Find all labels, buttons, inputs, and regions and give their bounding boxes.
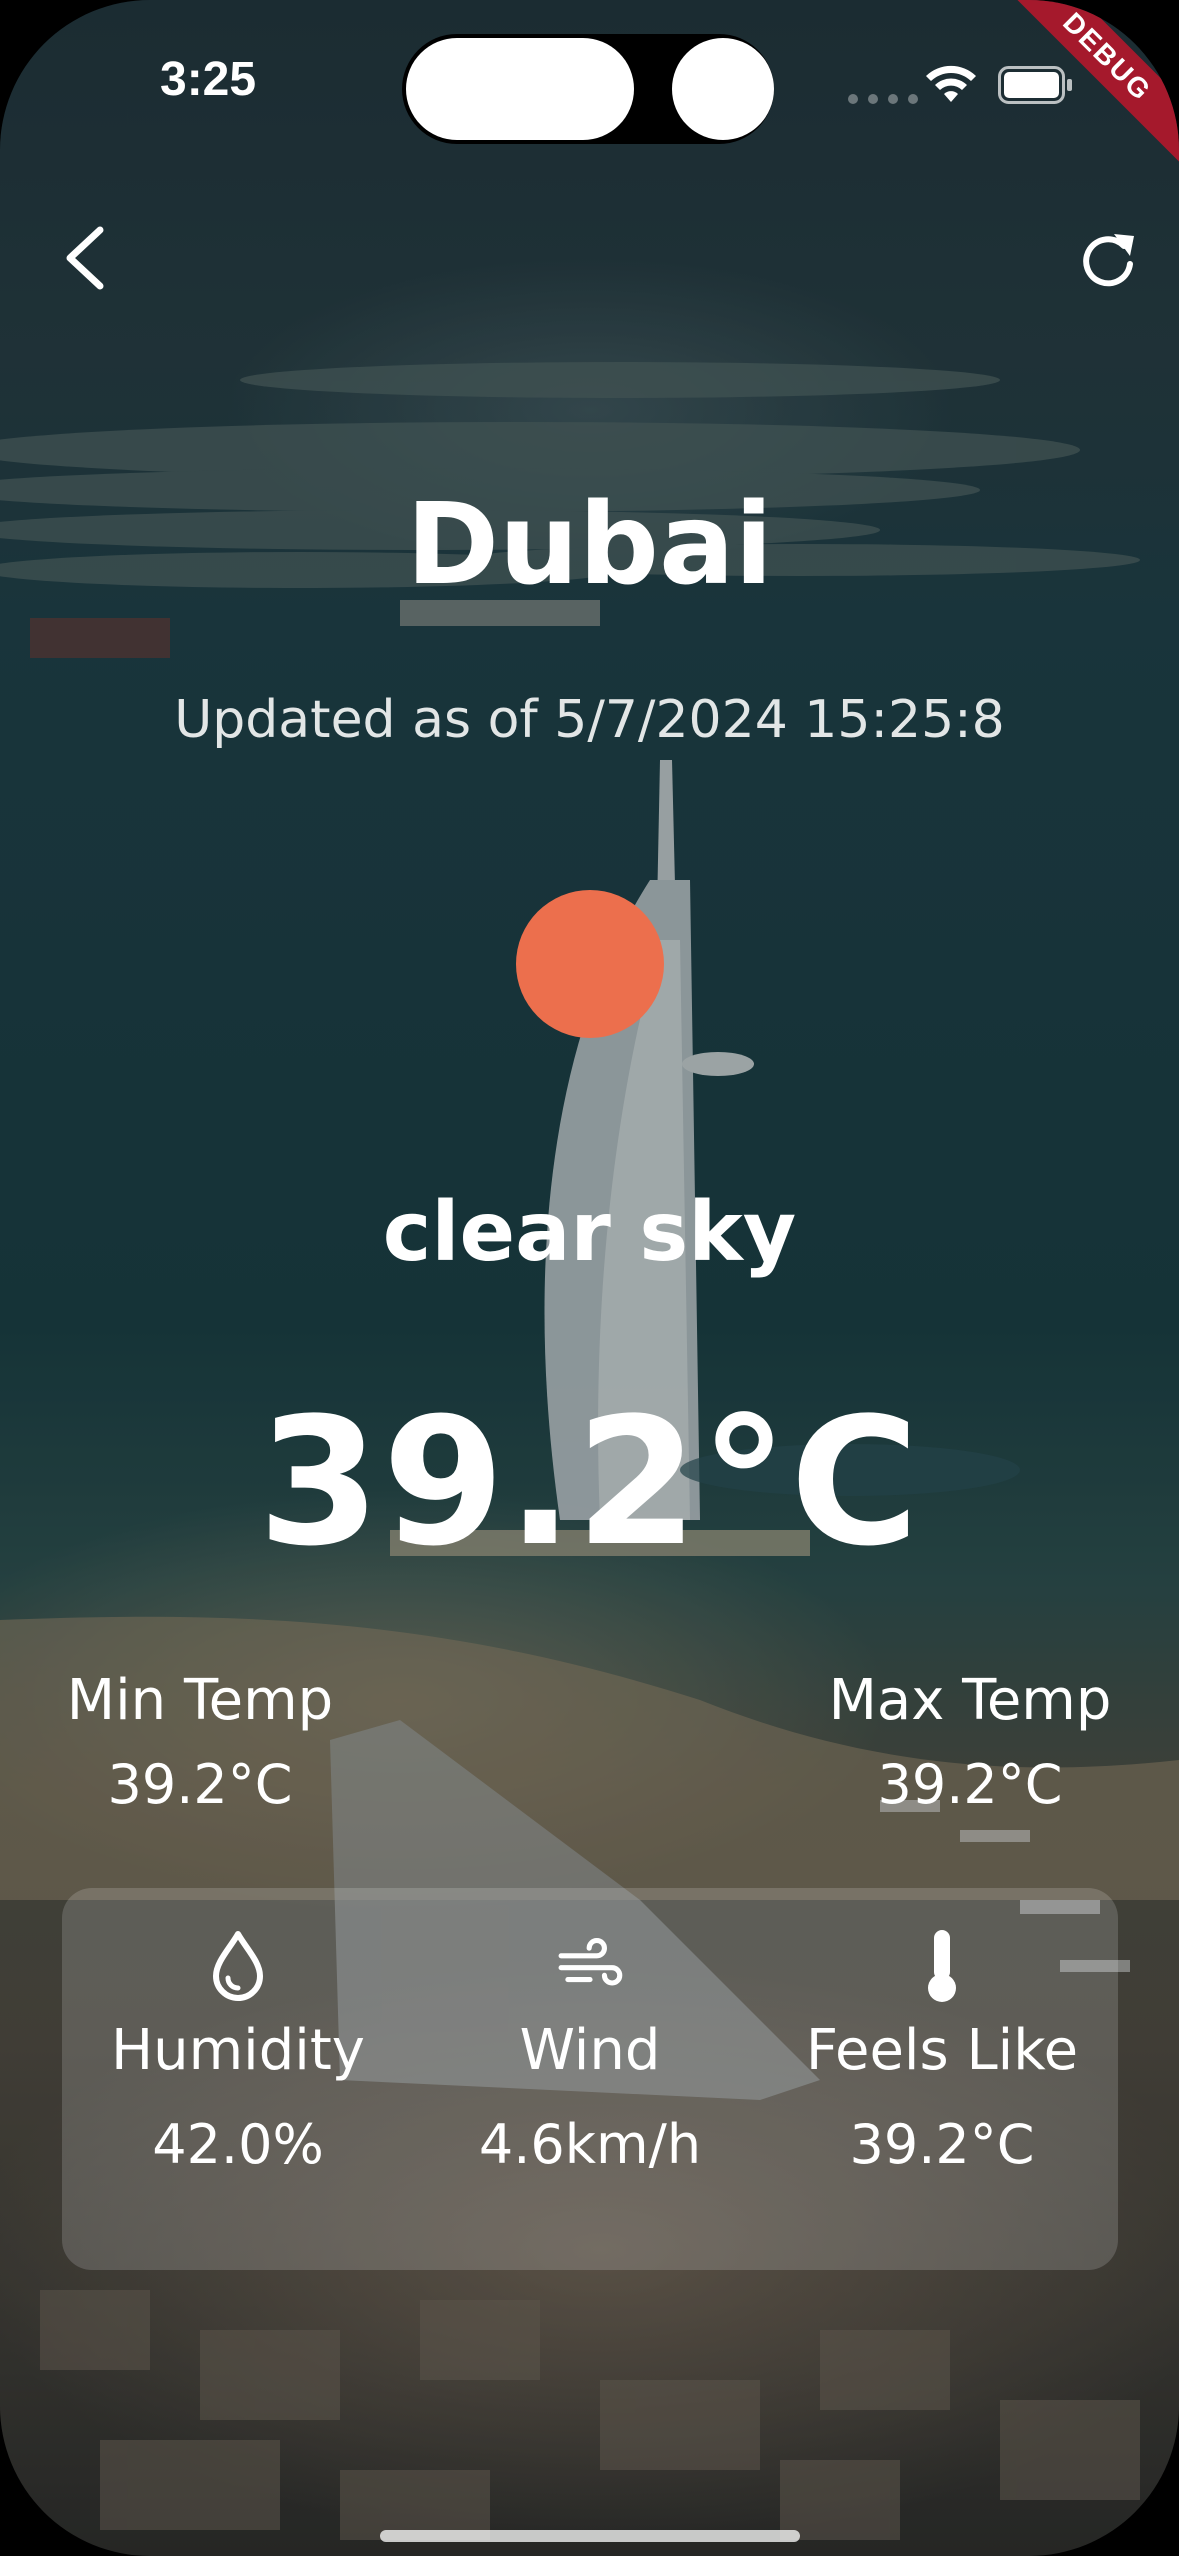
dynamic-island-pill [406, 38, 634, 140]
battery-icon [998, 66, 1072, 104]
min-temp-block: Min Temp 39.2°C [30, 1668, 370, 1816]
thermometer-icon [928, 1930, 956, 2002]
max-temp-label: Max Temp [828, 1668, 1112, 1733]
refresh-button[interactable] [1078, 230, 1138, 290]
city-name: Dubai [406, 480, 773, 610]
humidity-value: 42.0% [152, 2113, 324, 2176]
feels-like-value: 39.2°C [849, 2113, 1035, 2176]
back-button[interactable] [56, 222, 116, 294]
humidity-detail: Humidity 42.0% [62, 1888, 414, 2270]
wind-icon [558, 1937, 623, 1986]
droplet-icon [213, 1931, 263, 2001]
last-updated-text: Updated as of 5/7/2024 15:25:8 [174, 690, 1005, 750]
weather-details-card: Humidity 42.0% Wind 4.6km/h Feels Like 3… [62, 1888, 1118, 2270]
max-temp-block: Max Temp 39.2°C [800, 1668, 1140, 1816]
sun-icon [516, 890, 664, 1038]
cellular-signal-icon [848, 94, 918, 104]
home-indicator[interactable] [380, 2530, 800, 2542]
humidity-label: Humidity [111, 2018, 365, 2083]
wind-value: 4.6km/h [478, 2113, 702, 2176]
dynamic-island-camera [672, 38, 774, 140]
status-bar-time: 3:25 [160, 53, 257, 106]
max-temp-value: 39.2°C [877, 1753, 1063, 1816]
phone-screen: 3:25 DEBUG Dubai Updated as of 5/7/2024 … [0, 0, 1179, 2556]
weather-condition: clear sky [382, 1185, 797, 1280]
wind-detail: Wind 4.6km/h [414, 1888, 766, 2270]
current-temperature: 39.2°C [257, 1380, 922, 1585]
min-temp-label: Min Temp [66, 1668, 334, 1733]
wifi-icon [926, 65, 976, 102]
feels-like-detail: Feels Like 39.2°C [766, 1888, 1118, 2270]
min-temp-value: 39.2°C [107, 1753, 293, 1816]
wind-label: Wind [519, 2018, 661, 2083]
feels-like-label: Feels Like [805, 2018, 1079, 2083]
